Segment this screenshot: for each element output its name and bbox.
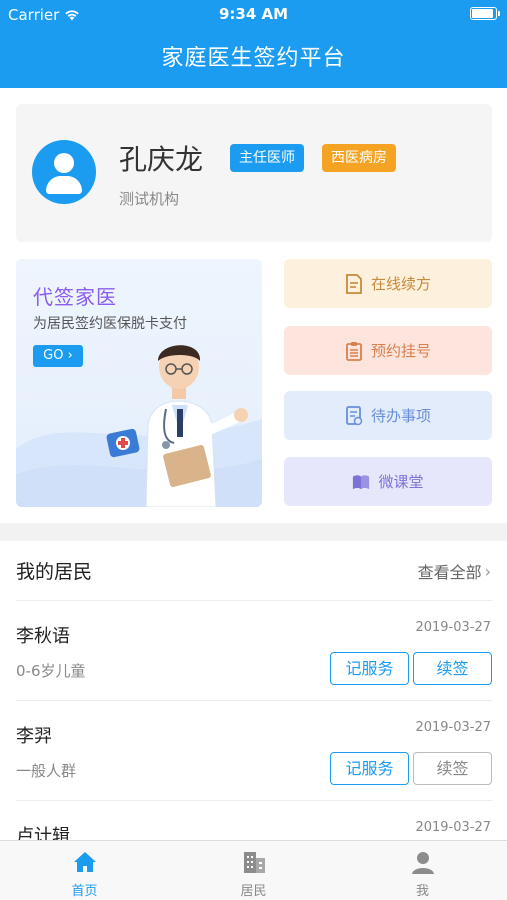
prescription-icon — [346, 273, 362, 294]
appointment-button[interactable]: 预约挂号 — [284, 326, 492, 375]
section-divider — [0, 523, 507, 541]
sign-date: 2019-03-27 — [415, 820, 491, 835]
resident-group: 0-6岁儿童 — [16, 662, 86, 680]
go-button[interactable]: GO › — [33, 345, 83, 367]
doctor-organization: 测试机构 — [119, 190, 180, 208]
sign-date: 2019-03-27 — [415, 620, 491, 635]
record-service-button[interactable]: 记服务 — [330, 652, 409, 685]
resident-name: 李秋语 — [16, 626, 70, 647]
list-item[interactable]: 卢计辑 2019-03-27 — [0, 800, 507, 840]
quick-action-label: 预约挂号 — [370, 342, 431, 360]
department-badge: 西医病房 — [322, 144, 396, 172]
quick-action-label: 在线续方 — [370, 275, 431, 293]
see-all-link[interactable]: 查看全部 › — [418, 559, 491, 583]
app-header: Carrier 9:34 AM 家庭医生签约平台 — [0, 0, 507, 88]
quick-action-label: 待办事项 — [370, 407, 431, 425]
tab-label: 我 — [415, 884, 429, 899]
sign-date: 2019-03-27 — [415, 720, 491, 735]
todo-icon — [346, 405, 363, 425]
building-icon — [244, 852, 265, 873]
resident-name: 卢计辑 — [16, 826, 70, 840]
go-label: GO — [43, 348, 64, 363]
book-icon — [353, 474, 370, 489]
resident-group: 一般人群 — [16, 762, 77, 780]
promo-title: 代签家医 — [33, 285, 117, 309]
doctor-name: 孔庆龙 — [119, 143, 204, 176]
tab-label: 首页 — [71, 884, 98, 899]
renew-button[interactable]: 续签 — [413, 752, 492, 785]
list-item[interactable]: 李羿 2019-03-27 一般人群 记服务 续签 — [0, 700, 507, 800]
chevron-right-icon: › — [484, 561, 491, 581]
doctor-profile-card[interactable]: 孔庆龙 主任医师 西医病房 测试机构 — [16, 104, 492, 242]
promo-subtitle: 为居民签约医保脱卡支付 — [33, 316, 187, 332]
micro-class-button[interactable]: 微课堂 — [284, 457, 492, 506]
tab-me[interactable]: 我 — [338, 841, 507, 900]
tab-home[interactable]: 首页 — [0, 841, 169, 900]
status-bar: Carrier 9:34 AM — [0, 0, 507, 28]
battery-icon — [470, 7, 500, 20]
record-service-button[interactable]: 记服务 — [330, 752, 409, 785]
renew-button[interactable]: 续签 — [413, 652, 492, 685]
person-icon — [412, 852, 434, 874]
todo-button[interactable]: 待办事项 — [284, 391, 492, 440]
tab-bar: 首页 居民 我 — [0, 840, 507, 900]
home-icon — [74, 852, 96, 872]
avatar[interactable] — [32, 140, 96, 204]
status-time: 9:34 AM — [218, 5, 289, 23]
sign-family-doctor-banner[interactable]: 代签家医 为居民签约医保脱卡支付 GO › — [16, 259, 262, 507]
see-all-label: 查看全部 — [417, 563, 482, 582]
quick-action-label: 微课堂 — [378, 473, 424, 491]
online-prescription-button[interactable]: 在线续方 — [284, 259, 492, 308]
title-badge: 主任医师 — [230, 144, 304, 172]
tab-residents[interactable]: 居民 — [169, 841, 338, 900]
page-title: 家庭医生签约平台 — [161, 46, 346, 71]
residents-section-title: 我的居民 — [16, 561, 93, 583]
clipboard-icon — [346, 341, 362, 361]
resident-name: 李羿 — [16, 726, 52, 747]
list-item[interactable]: 李秋语 2019-03-27 0-6岁儿童 记服务 续签 — [0, 600, 507, 700]
tab-label: 居民 — [240, 884, 267, 899]
chevron-right-icon: › — [67, 348, 73, 363]
